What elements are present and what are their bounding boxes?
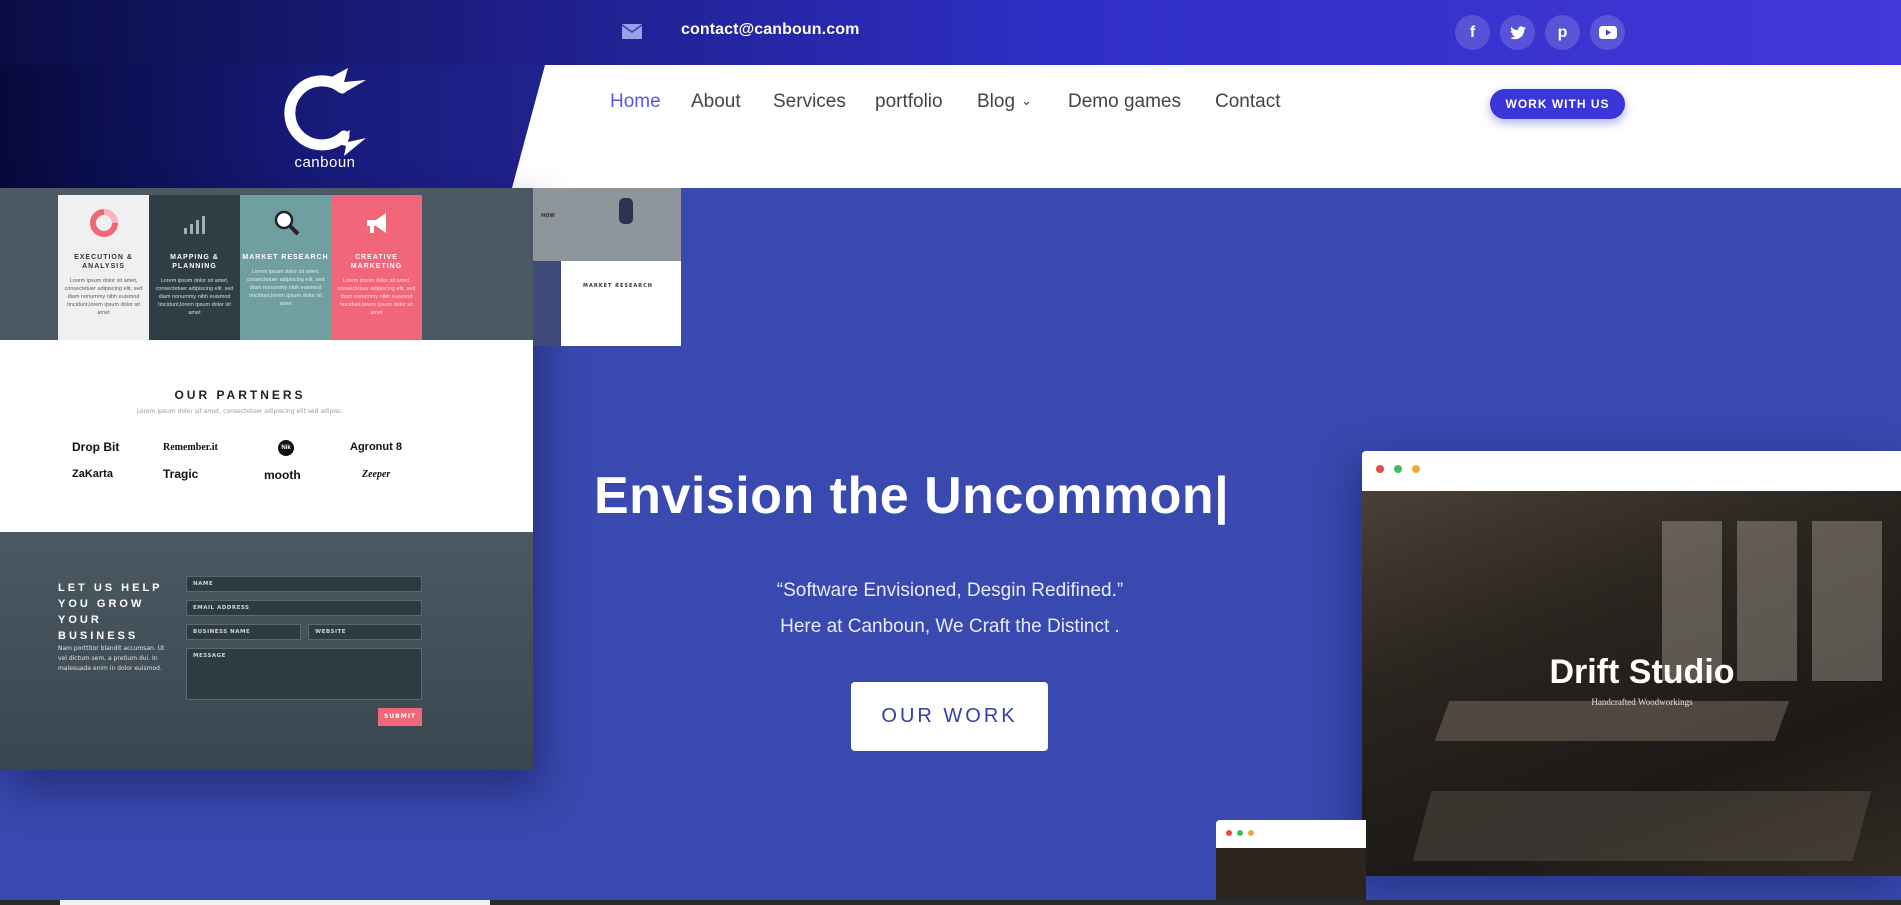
service-card-title: MARKET RESEARCH <box>242 254 329 261</box>
drift-studio-subtitle: Handcrafted Woodworkings <box>1591 697 1693 707</box>
partner-logo: Drop Bit <box>72 440 120 454</box>
youtube-glyph <box>1598 26 1617 39</box>
service-card: EXECUTION & ANALYSIS Lorem ipsum dolor s… <box>58 195 149 340</box>
service-card-body: Lorem ipsum dolor sit amet, consectetuer… <box>337 278 416 316</box>
twitter-icon[interactable] <box>1500 15 1535 50</box>
email-field: EMAIL ADDRESS <box>186 600 422 616</box>
service-card: MARKET RESEARCH Lorem ipsum dolor sit am… <box>240 195 331 340</box>
logo-text: canboun <box>294 154 356 171</box>
nav-demo-games[interactable]: Demo games <box>1068 91 1181 113</box>
window-dot-green <box>1237 830 1243 836</box>
pie-chart-icon <box>90 209 118 237</box>
name-field: NAME <box>186 576 422 592</box>
services-section: EXECUTION & ANALYSIS Lorem ipsum dolor s… <box>0 188 533 340</box>
website-mockup-small: HOW MARKET RESEARCH <box>533 188 681 346</box>
contact-email-link[interactable]: contact@canboun.com <box>681 21 859 39</box>
service-card-title: MAPPING & PLANNING <box>170 254 219 270</box>
window-dot-orange <box>1412 465 1420 473</box>
nav-home[interactable]: Home <box>610 91 661 113</box>
hero-subtitle-2: Here at Canboun, We Craft the Distinct . <box>780 616 1120 637</box>
facebook-glyph: f <box>1469 23 1476 41</box>
contact-form-section: LET US HELP YOU GROW YOUR BUSINESS Nam p… <box>0 532 533 770</box>
partner-logo: Nik <box>278 440 294 456</box>
partner-logo: mooth <box>264 468 301 482</box>
mockup-content <box>561 261 681 346</box>
service-card-title: CREATIVE MARKETING <box>350 254 403 270</box>
browser-mockup-small <box>1216 820 1366 905</box>
form-title: LET US HELP YOU GROW YOUR BUSINESS <box>58 582 163 642</box>
service-card-title: EXECUTION & ANALYSIS <box>74 254 133 270</box>
service-card-body: Lorem ipsum dolor sit amet, consectetuer… <box>246 269 325 307</box>
bar-chart-icon <box>184 216 205 234</box>
partner-logo: Remember.it <box>163 442 218 453</box>
nav-blog[interactable]: Blog ⌄ <box>977 91 1032 113</box>
partner-logo: Tragic <box>163 467 199 481</box>
pinterest-icon[interactable]: p <box>1545 15 1580 50</box>
window-dot-red <box>1376 465 1384 473</box>
window-dot-red <box>1226 830 1232 836</box>
partner-logo: ZaKarta <box>72 468 113 480</box>
service-card-body: Lorem ipsum dolor sit amet, consectetuer… <box>64 278 143 316</box>
mockup-image: HOW <box>533 188 681 261</box>
drift-studio-title: Drift Studio <box>1549 653 1735 691</box>
nav-services[interactable]: Services <box>773 91 846 113</box>
bottom-strip <box>0 900 1901 905</box>
nav-about[interactable]: About <box>691 91 741 113</box>
partners-title: OUR PARTNERS <box>174 388 306 402</box>
service-card: MAPPING & PLANNING Lorem ipsum dolor sit… <box>149 195 240 340</box>
business-name-field: BUSINESS NAME <box>186 624 301 640</box>
our-work-button[interactable]: OUR WORK <box>851 682 1048 751</box>
facebook-icon[interactable]: f <box>1455 15 1490 50</box>
megaphone-icon <box>367 213 386 233</box>
browser-mockup-right: Drift Studio Handcrafted Woodworkings <box>1362 451 1901 876</box>
message-field: MESSAGE <box>186 648 422 700</box>
submit-button: SUBMIT <box>378 708 422 726</box>
work-with-us-button[interactable]: WORK WITH US <box>1490 89 1625 119</box>
mockup-tag: HOW <box>541 213 555 219</box>
form-text: Nam porttitor blandit accumsan. Ut vel d… <box>58 645 165 672</box>
partners-subtitle: Lorem ipsum dolor sit amet, consectetuer… <box>136 408 344 415</box>
partners-section: OUR PARTNERS Lorem ipsum dolor sit amet,… <box>0 340 533 532</box>
window-dot-orange <box>1248 830 1254 836</box>
hero-subtitle-1: “Software Envisioned, Desgin Redifined.” <box>776 580 1124 601</box>
website-mockup-left: EXECUTION & ANALYSIS Lorem ipsum dolor s… <box>0 188 533 770</box>
mockup-label: MARKET RESEARCH <box>583 283 653 289</box>
mockup-image <box>1216 848 1366 905</box>
youtube-icon[interactable] <box>1590 15 1625 50</box>
bench-shape <box>1412 791 1872 861</box>
nav-contact[interactable]: Contact <box>1215 91 1280 113</box>
nav-portfolio[interactable]: portfolio <box>875 91 943 113</box>
partner-logo: Zeeper <box>362 469 391 480</box>
service-card: CREATIVE MARKETING Lorem ipsum dolor sit… <box>331 195 422 340</box>
mockup-side-image <box>533 261 561 346</box>
pinterest-glyph: p <box>1557 23 1568 41</box>
mail-icon <box>622 24 642 39</box>
twitter-glyph <box>1509 25 1526 39</box>
website-field: WEBSITE <box>308 624 422 640</box>
person-figure <box>619 198 633 224</box>
magnifier-icon <box>274 210 300 236</box>
partner-logo: Agronut 8 <box>350 441 402 453</box>
hero-title: Envision the Uncommon| <box>594 467 1230 525</box>
window-dot-green <box>1394 465 1402 473</box>
table-shape <box>1434 701 1790 741</box>
header-nav-area <box>512 65 1901 188</box>
chevron-down-icon: ⌄ <box>1021 93 1032 108</box>
service-card-body: Lorem ipsum dolor sit amet, consectetuer… <box>155 278 234 316</box>
nav-blog-label: Blog <box>977 91 1016 112</box>
bottom-strip-segment <box>60 900 490 905</box>
